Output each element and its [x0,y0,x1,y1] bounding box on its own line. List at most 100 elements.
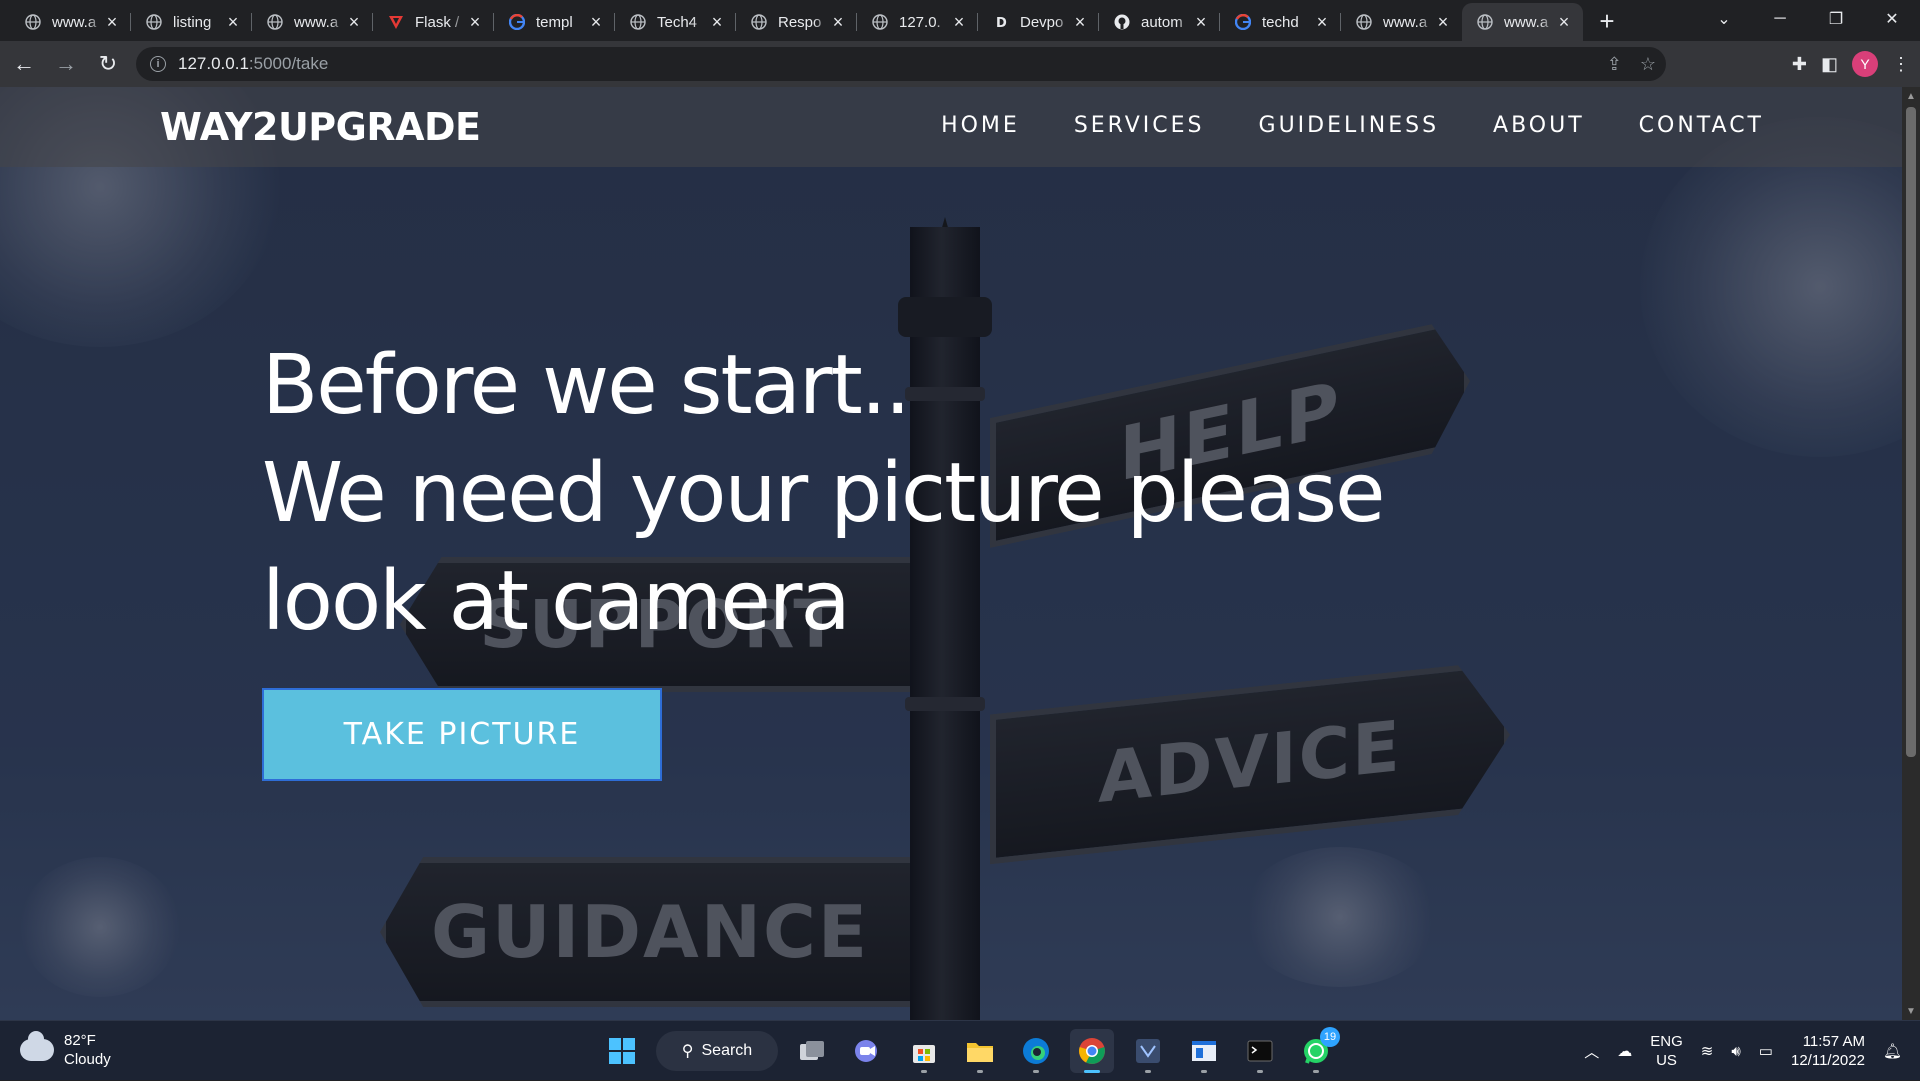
clock[interactable]: 11:57 AM 12/11/2022 [1791,1032,1865,1070]
nav-guidelines-link[interactable]: GUIDELINESS [1259,113,1440,138]
nav-about-link[interactable]: ABOUT [1493,113,1585,138]
tab-close-icon[interactable]: × [1071,12,1089,32]
extensions-puzzle-icon[interactable]: ✚ [1792,54,1807,75]
browser-tab-active[interactable]: www.a × [1462,3,1583,41]
running-indicator [1313,1070,1319,1073]
weather-widget[interactable]: 82°F Cloudy [20,1031,111,1069]
google-icon [508,13,526,31]
running-indicator [921,1070,927,1073]
folder-icon [967,1043,993,1062]
nav-home-link[interactable]: HOME [941,113,1020,138]
globe-icon [1476,13,1494,31]
clock-date: 12/11/2022 [1790,1052,1865,1069]
site-logo[interactable]: WAY2UPGRADE [160,105,481,149]
scroll-up-icon[interactable]: ▲ [1902,87,1920,105]
tab-title: Flask / [415,13,460,31]
side-panel-icon[interactable]: ◧ [1821,54,1838,75]
onedrive-cloud-icon[interactable]: ☁ [1617,1042,1632,1060]
tab-close-icon[interactable]: × [1192,12,1210,32]
back-button[interactable]: ← [6,46,42,82]
site-info-icon[interactable]: i [150,56,166,72]
code-editor-button[interactable] [1126,1029,1170,1073]
browser-tab[interactable]: Tech4 × [615,3,736,41]
tab-search-icon[interactable]: ⌄ [1696,0,1752,38]
search-icon: ⚲ [681,1043,694,1060]
window-app-button[interactable] [1182,1029,1226,1073]
browser-tab[interactable]: autom × [1099,3,1220,41]
browser-tab[interactable]: templ × [494,3,615,41]
scroll-down-icon[interactable]: ▼ [1902,1002,1920,1020]
forward-button[interactable]: → [48,46,84,82]
restore-icon[interactable]: ❐ [1808,0,1864,38]
browser-tab[interactable]: Flask / × [373,3,494,41]
hero-heading: Before we start.. We need your picture p… [262,332,1385,656]
globe-icon [266,13,284,31]
volume-icon[interactable]: 🔊︎ [1731,1043,1740,1060]
lang-top: ENG [1650,1033,1683,1050]
kebab-menu-icon[interactable]: ⋮ [1892,54,1910,75]
whatsapp-button[interactable]: 19 [1294,1027,1340,1073]
tab-close-icon[interactable]: × [345,12,363,32]
browser-tab[interactable]: Respo × [736,3,857,41]
start-button[interactable] [600,1029,644,1073]
profile-avatar[interactable]: Y [1852,51,1878,77]
task-view-button[interactable] [790,1029,834,1073]
nav-services-link[interactable]: SERVICES [1074,113,1205,138]
edge-button[interactable] [1014,1029,1058,1073]
nav-contact-link[interactable]: CONTACT [1639,113,1764,138]
tab-close-icon[interactable]: × [950,12,968,32]
tab-close-icon[interactable]: × [1313,12,1331,32]
tab-close-icon[interactable]: × [587,12,605,32]
browser-tab[interactable]: D Devpo × [978,3,1099,41]
tab-title: Tech4 [657,13,698,31]
scrollbar-thumb[interactable] [1906,107,1916,757]
tab-close-icon[interactable]: × [708,12,726,32]
search-label: Search [701,1042,753,1059]
tab-close-icon[interactable]: × [829,12,847,32]
reload-button[interactable]: ↻ [90,46,126,82]
tab-close-icon[interactable]: × [466,12,484,32]
running-indicator [1201,1070,1207,1073]
tab-close-icon[interactable]: × [103,12,121,32]
browser-tab[interactable]: www.a × [10,3,131,41]
microsoft-store-button[interactable] [902,1029,946,1073]
url-text[interactable]: 127.0.0.1:5000/take [178,54,328,74]
bookmark-star-icon[interactable]: ☆ [1640,54,1656,75]
weather-temp: 82°F [64,1032,96,1049]
file-explorer-button[interactable] [958,1029,1002,1073]
address-bar[interactable]: i 127.0.0.1:5000/take ⇪ ☆ [136,47,1666,81]
battery-icon[interactable]: ▭ [1759,1042,1773,1060]
hero-line: We need your picture please [262,446,1385,541]
tab-close-icon[interactable]: × [224,12,242,32]
wifi-icon[interactable]: ≋ [1701,1042,1714,1060]
tab-list: www.a × listing × www.a × Flask / × templ × Tech4 ×… [0,0,1625,41]
share-icon[interactable]: ⇪ [1607,54,1622,75]
terminal-button[interactable] [1238,1029,1282,1073]
chevron-up-icon[interactable]: ︿ [1584,1041,1599,1062]
take-picture-button[interactable]: TAKE PICTURE [262,688,662,781]
browser-tab[interactable]: techd × [1220,3,1341,41]
close-window-icon[interactable]: ✕ [1864,0,1920,38]
running-indicator [1033,1070,1039,1073]
notification-bell-icon[interactable]: 🔔︎ [1883,1042,1902,1060]
taskbar-search[interactable]: ⚲ Search [656,1031,778,1071]
store-bag-icon [913,1045,935,1063]
windows-logo-icon [609,1038,635,1064]
browser-tab[interactable]: 127.0. × [857,3,978,41]
language-indicator[interactable]: ENG US [1650,1032,1683,1070]
tab-close-icon[interactable]: × [1555,12,1573,32]
browser-tab[interactable]: listing × [131,3,252,41]
teams-chat-button[interactable] [846,1029,890,1073]
new-tab-plus-icon[interactable]: + [1589,4,1625,40]
page-scrollbar[interactable]: ▲ ▼ [1902,87,1920,1020]
minimize-icon[interactable]: ─ [1752,0,1808,38]
tab-close-icon[interactable]: × [1434,12,1452,32]
chrome-button[interactable] [1070,1029,1114,1073]
clock-time: 11:57 AM [1802,1033,1865,1050]
web-page: HELP SUPPORT ADVICE GUIDANCE WAY2UPGRADE… [0,87,1902,1020]
tab-title: www.a [52,13,97,31]
browser-tab[interactable]: www.a × [1341,3,1462,41]
tab-title: www.a [1504,13,1549,31]
edge-browser-icon [1023,1038,1049,1064]
browser-tab[interactable]: www.a × [252,3,373,41]
